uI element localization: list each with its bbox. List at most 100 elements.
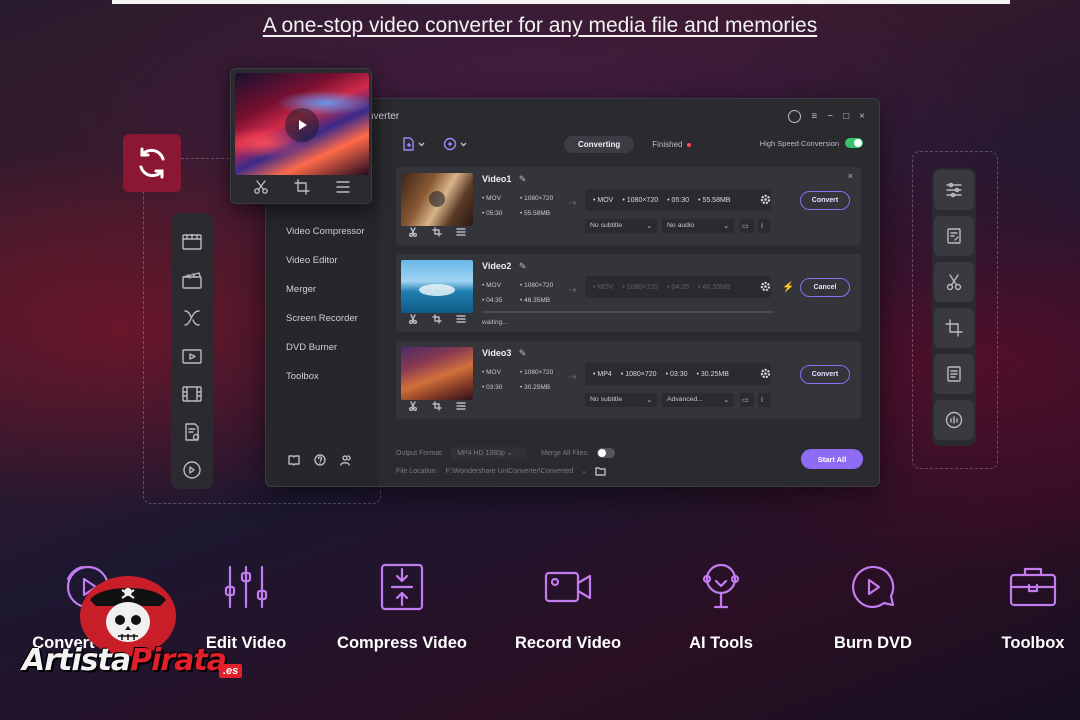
crop-icon[interactable]: [294, 179, 310, 195]
tab-finished[interactable]: Finished: [652, 140, 692, 149]
sidebar-item-video-compressor[interactable]: Video Compressor: [286, 226, 365, 237]
high-speed-conversion: High Speed Conversion: [760, 138, 863, 148]
document-edit-icon[interactable]: [934, 216, 974, 256]
out-size: 30.25MB: [700, 370, 729, 378]
crop-icon[interactable]: [432, 401, 442, 411]
trim-icon[interactable]: [408, 401, 418, 411]
sidebar-item-merger[interactable]: Merger: [286, 284, 316, 295]
document-settings-icon[interactable]: [179, 419, 205, 444]
add-disc-icon[interactable]: [443, 137, 469, 151]
subtitle-icon[interactable]: [934, 354, 974, 394]
audio-select[interactable]: Advanced... ⌄: [662, 393, 734, 407]
output-settings[interactable]: • MOV • 1080×720 • 04:35 • 46.35MB: [585, 276, 771, 298]
film-strip-icon[interactable]: [179, 381, 205, 406]
crop-icon[interactable]: [934, 308, 974, 348]
sidebar-item-screen-recorder[interactable]: Screen Recorder: [286, 313, 358, 324]
sidebar-item-toolbox[interactable]: Toolbox: [286, 371, 319, 382]
preview-subtitle-icon[interactable]: ▭: [740, 219, 754, 233]
feature-compress-video[interactable]: Compress Video: [327, 556, 477, 653]
screen-record-icon[interactable]: [179, 343, 205, 368]
gear-icon[interactable]: [760, 194, 771, 205]
effects-icon[interactable]: [456, 401, 466, 411]
audio-value: Advanced...: [667, 396, 703, 403]
file-location-value[interactable]: F:\Wondershare UniConverter\Converted: [446, 468, 573, 475]
feature-burn-dvd[interactable]: Burn DVD: [798, 556, 948, 653]
video-thumbnail[interactable]: [401, 347, 473, 400]
sync-tile[interactable]: [123, 134, 181, 192]
scissors-icon[interactable]: [934, 262, 974, 302]
output-format-value: MP4 HD 1080p: [457, 450, 505, 457]
convert-button[interactable]: Convert: [800, 365, 850, 384]
lightning-icon: ⚡: [782, 282, 795, 293]
src-size: 46.35MB: [524, 297, 551, 304]
info-icon[interactable]: ⅰ: [758, 219, 770, 233]
remove-file-icon[interactable]: ×: [848, 171, 853, 181]
convert-button[interactable]: Convert: [800, 191, 850, 210]
video-thumbnail[interactable]: [401, 173, 473, 226]
users-icon[interactable]: [340, 454, 352, 466]
out-duration: 05:30: [671, 196, 690, 204]
feature-record-video[interactable]: Record Video: [493, 556, 643, 653]
src-duration: 03:30: [486, 384, 503, 391]
adjust-sliders-icon[interactable]: [934, 170, 974, 210]
wave-shape: [419, 284, 455, 296]
merge-toggle[interactable]: [596, 448, 615, 458]
video-converter-icon[interactable]: [179, 229, 205, 254]
src-res: 1080×720: [524, 369, 554, 376]
high-speed-toggle[interactable]: [845, 138, 863, 148]
cancel-button[interactable]: Cancel: [800, 278, 850, 297]
scissors-icon[interactable]: [253, 179, 269, 195]
subtitle-select[interactable]: No subtitle ⌄: [585, 393, 657, 407]
compress-icon: [380, 563, 424, 611]
crop-icon[interactable]: [432, 227, 442, 237]
trim-icon[interactable]: [408, 314, 418, 324]
effects-icon[interactable]: [456, 227, 466, 237]
audio-select[interactable]: No audio ⌄: [662, 219, 734, 233]
info-icon[interactable]: ⅰ: [758, 393, 770, 407]
audio-value: No audio: [667, 222, 695, 229]
watermark-logo: ArtistaPirata .es: [12, 568, 252, 708]
src-size: 30.25MB: [524, 384, 551, 391]
file-card: Video2 ✎ • MOV • 1080×720 • 04:35 • 46.3…: [396, 254, 861, 332]
subtitle-select[interactable]: No subtitle ⌄: [585, 219, 657, 233]
merge-icon[interactable]: [179, 305, 205, 330]
video-name-text: Video1: [482, 174, 512, 184]
rename-icon[interactable]: ✎: [519, 348, 527, 358]
gear-icon[interactable]: [760, 368, 771, 379]
sidebar-item-dvd-burner[interactable]: DVD Burner: [286, 342, 337, 353]
video-name-text: Video2: [482, 261, 512, 271]
preview-subtitle-icon[interactable]: ▭: [740, 393, 754, 407]
rename-icon[interactable]: ✎: [519, 261, 527, 271]
audio-icon[interactable]: [934, 400, 974, 440]
trim-icon[interactable]: [408, 227, 418, 237]
rename-icon[interactable]: ✎: [519, 174, 527, 184]
feature-toolbox[interactable]: Toolbox: [958, 556, 1080, 653]
subtitle-value: No subtitle: [590, 396, 623, 403]
folder-icon[interactable]: [595, 466, 606, 476]
crop-icon[interactable]: [432, 314, 442, 324]
output-settings[interactable]: • MP4 • 1080×720 • 03:30 • 30.25MB: [585, 363, 771, 385]
disc-play-icon[interactable]: [179, 457, 205, 482]
help-icon[interactable]: [314, 454, 326, 466]
out-res: 1080×720: [626, 196, 659, 204]
tab-converting[interactable]: Converting: [564, 136, 635, 153]
feature-label: Compress Video: [337, 634, 467, 652]
bottom-settings: Output Format: MP4 HD 1080p ⌄ Merge All …: [396, 444, 615, 480]
output-format-select[interactable]: MP4 HD 1080p ⌄: [451, 447, 528, 459]
output-settings[interactable]: • MOV • 1080×720 • 05:30 • 55.58MB: [585, 189, 771, 211]
main-content: Converting Finished High Speed Conversio…: [379, 99, 879, 486]
feature-ai-tools[interactable]: AI Tools: [646, 556, 796, 653]
start-all-button[interactable]: Start All: [801, 449, 863, 469]
sidebar-item-video-editor[interactable]: Video Editor: [286, 255, 338, 266]
gear-icon[interactable]: [760, 281, 771, 292]
video-thumbnail[interactable]: [401, 260, 473, 313]
add-file-icon[interactable]: [401, 137, 427, 151]
book-icon[interactable]: [288, 454, 300, 466]
chevron-down-icon[interactable]: ⌄: [581, 467, 587, 475]
menu-lines-icon[interactable]: [335, 179, 351, 195]
play-button[interactable]: [285, 108, 319, 142]
out-size: 55.58MB: [702, 196, 731, 204]
preview-image[interactable]: [235, 73, 369, 175]
effects-icon[interactable]: [456, 314, 466, 324]
clapper-icon[interactable]: [179, 267, 205, 292]
